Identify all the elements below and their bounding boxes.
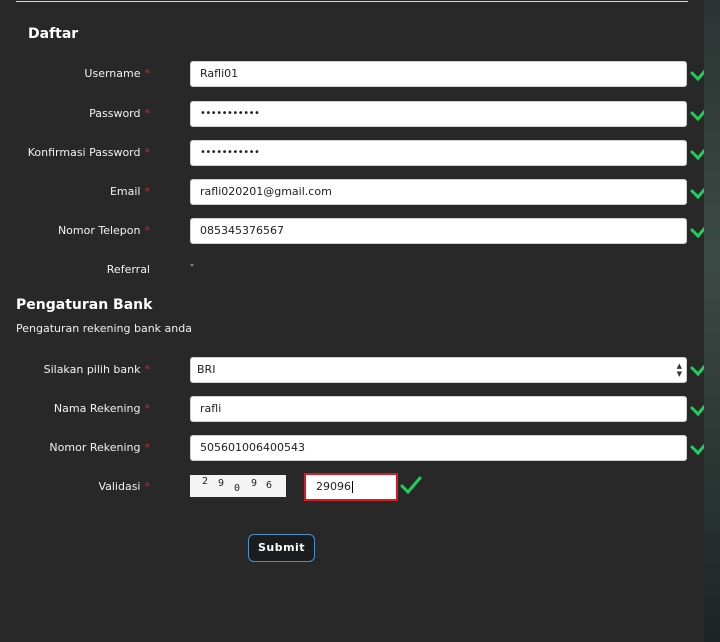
captcha-digit: 6 (266, 480, 273, 491)
username-input[interactable]: Rafli01 (190, 61, 687, 87)
confirm-password-label: Konfirmasi Password * (27, 146, 150, 159)
password-input[interactable]: ••••••••••• (190, 101, 687, 127)
account-name-label: Nama Rekening * (53, 402, 150, 415)
email-input[interactable]: rafli020201@gmail.com (190, 179, 687, 205)
validation-label: Validasi * (98, 480, 150, 493)
submit-button[interactable]: Submit (248, 534, 315, 562)
referral-label: Referral (106, 263, 150, 276)
account-number-input[interactable]: 505601006400543 (190, 435, 687, 461)
captcha-digit: 2 (202, 476, 209, 487)
password-label: Password * (89, 107, 150, 120)
background-edge (704, 0, 720, 642)
referral-value: - (190, 258, 194, 271)
captcha-input-value: 29096 (316, 480, 351, 493)
bank-select[interactable]: BRI ▲ ▼ (190, 357, 687, 383)
captcha-image: 2 9 0 9 6 (190, 475, 286, 497)
captcha-digit: 0 (234, 483, 241, 494)
form-title: Daftar (28, 26, 79, 42)
confirm-password-input[interactable]: ••••••••••• (190, 140, 687, 166)
text-cursor (352, 481, 353, 493)
select-arrows-icon: ▲ ▼ (676, 362, 682, 378)
captcha-input[interactable]: 29096 (304, 473, 398, 501)
phone-input[interactable]: 085345376567 (190, 218, 687, 244)
account-number-label: Nomor Rekening * (49, 441, 150, 454)
captcha-digit: 9 (251, 478, 258, 489)
bank-section-title: Pengaturan Bank (16, 297, 153, 313)
phone-label: Nomor Telepon * (57, 224, 150, 237)
email-label: Email * (109, 185, 150, 198)
username-label: Username * (84, 67, 150, 80)
top-divider (16, 1, 688, 2)
captcha-digit: 9 (218, 478, 225, 489)
account-name-input[interactable]: rafli (190, 396, 687, 422)
registration-panel: Daftar Username * Rafli01 Password * •••••… (0, 0, 712, 642)
bank-section-subtitle: Pengaturan rekening bank anda (16, 322, 192, 335)
bank-select-value: BRI (197, 363, 216, 376)
bank-select-label: Silakan pilih bank * (43, 363, 150, 376)
valid-check-icon (400, 476, 422, 495)
